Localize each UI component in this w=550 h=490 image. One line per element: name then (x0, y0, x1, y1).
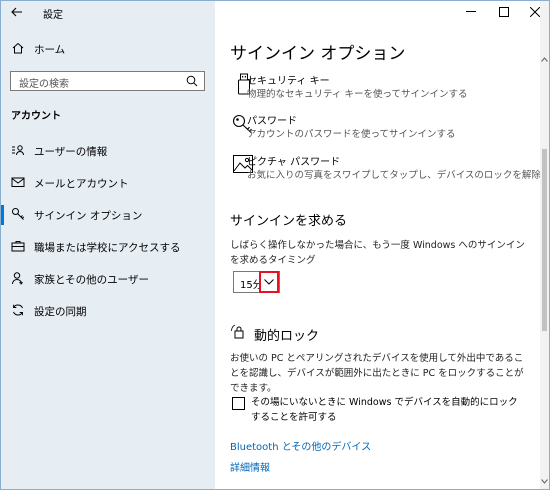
sidebar-home-label: ホーム (34, 44, 66, 56)
dynamic-lock-checkbox-label[interactable]: その場にいないときに Windows でデバイスを自動的にロックすることを許可す… (251, 395, 521, 425)
option-title: パスワード (247, 116, 297, 127)
vertical-scrollbar[interactable] (540, 1, 549, 489)
sidebar-item-sign-in-options[interactable]: サインイン オプション (1, 201, 215, 229)
sidebar-section-heading: アカウント (11, 111, 61, 122)
sidebar-item-label: 家族とその他のユーザー (34, 274, 149, 286)
dynamic-lock-checkbox[interactable] (232, 397, 245, 410)
sidebar-item-label: ユーザーの情報 (34, 146, 108, 158)
sidebar-item-home[interactable]: ホーム (1, 35, 215, 63)
option-title: セキュリティ キー (247, 76, 330, 87)
briefcase-icon (11, 241, 25, 252)
dropdown-toggle-button[interactable] (259, 271, 279, 293)
option-description: アカウントのパスワードを使ってサインインする (247, 129, 456, 140)
window-title: 設定 (43, 10, 63, 21)
search-input[interactable]: 設定の検索 (10, 71, 205, 91)
chevron-down-icon (264, 279, 274, 285)
sidebar-item-work-school[interactable]: 職場または学校にアクセスする (1, 233, 215, 261)
scroll-up-icon[interactable] (541, 57, 548, 62)
signin-option-picture-password[interactable]: ピクチャ パスワード お気に入りの写真をスワイプしてタップし、デバイスのロックを… (230, 152, 549, 182)
sidebar-item-email-accounts[interactable]: メールとアカウント (1, 169, 215, 197)
option-description: お気に入りの写真をスワイプしてタップし、デバイスのロックを解除する (247, 170, 550, 181)
home-icon (12, 42, 24, 54)
bluetooth-devices-link[interactable]: Bluetooth とその他のデバイス (230, 438, 371, 453)
require-signin-description: しばらく操作しなかった場合に、もう一度 Windows へのサインインを求めるタ… (230, 240, 525, 266)
learn-more-link[interactable]: 詳細情報 (230, 459, 270, 474)
require-signin-heading: サインインを求める (230, 214, 348, 229)
option-description: 物理的なセキュリティ キーを使ってサインインする (247, 89, 468, 100)
search-icon (186, 75, 198, 87)
signin-option-security-key[interactable]: セキュリティ キー 物理的なセキュリティ キーを使ってサインインする (230, 71, 530, 101)
page-title: サインイン オプション (230, 44, 406, 64)
key-icon (12, 208, 25, 220)
search-placeholder: 設定の検索 (19, 79, 69, 90)
option-title: ピクチャ パスワード (247, 157, 341, 168)
mail-icon (11, 177, 25, 187)
close-icon[interactable] (530, 7, 540, 17)
user-info-icon (12, 145, 24, 156)
sidebar-item-family-users[interactable]: 家族とその他のユーザー (1, 265, 215, 293)
dynamic-lock-heading: 動的ロック (254, 329, 320, 344)
sidebar-item-user-info[interactable]: ユーザーの情報 (1, 137, 215, 165)
scrollbar-thumb[interactable] (542, 149, 547, 331)
scroll-down-icon[interactable] (541, 479, 548, 484)
sidebar: 設定 ホーム 設定の検索 アカウント ユーザーの情報 メールとアカウント サイン… (1, 1, 215, 489)
sidebar-item-label: 設定の同期 (34, 306, 87, 318)
signin-option-password[interactable]: パスワード アカウントのパスワードを使ってサインインする (230, 111, 530, 141)
sidebar-item-label: サインイン オプション (34, 210, 143, 222)
sidebar-item-sync-settings[interactable]: 設定の同期 (1, 297, 215, 325)
sidebar-item-label: メールとアカウント (34, 178, 129, 190)
settings-window: 設定 ホーム 設定の検索 アカウント ユーザーの情報 メールとアカウント サイン… (0, 0, 550, 490)
sidebar-item-label: 職場または学校にアクセスする (34, 242, 181, 254)
selection-indicator (1, 205, 4, 225)
maximize-icon[interactable] (499, 7, 509, 17)
sync-icon (13, 304, 23, 316)
main-content: サインイン オプション セキュリティ キー 物理的なセキュリティ キーを使ってサ… (215, 1, 549, 489)
back-arrow-icon[interactable] (11, 7, 23, 17)
people-icon (12, 272, 23, 285)
dynamic-lock-description: お使いの PC とペアリングされたデバイスを使用して外出中であることを認識し、デ… (230, 353, 524, 394)
dynamic-lock-icon (231, 324, 244, 339)
minimize-icon[interactable] (466, 11, 476, 13)
